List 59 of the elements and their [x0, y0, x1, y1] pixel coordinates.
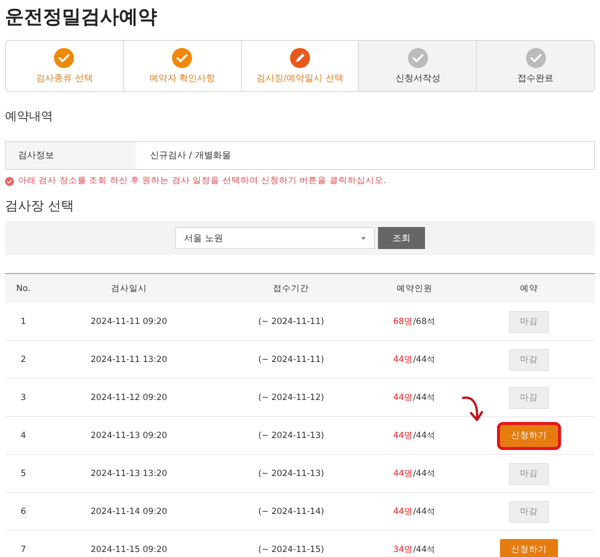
closed-button[interactable]: 마감	[508, 348, 549, 370]
column-header: 검사일시	[110, 284, 147, 294]
seat-count: 44명/44석	[393, 354, 436, 364]
check-icon	[172, 48, 192, 68]
seat-count: 44명/44석	[393, 468, 436, 478]
table-cell: (~ 2024-11-15)	[258, 544, 324, 554]
step-label: 검사종류 선택	[36, 72, 93, 84]
table-cell: 2	[20, 354, 26, 364]
step-label: 검사장/예약일시 선택	[256, 72, 344, 84]
table-cell: (~ 2024-11-13)	[258, 430, 324, 440]
table-cell: (~ 2024-11-11)	[258, 354, 324, 364]
info-label: 검사정보	[6, 142, 136, 169]
closed-button[interactable]: 마감	[508, 500, 549, 522]
search-button[interactable]: 조회	[378, 227, 425, 249]
column-header: 접수기간	[273, 284, 310, 294]
table-cell: 2024-11-14 09:20	[90, 506, 168, 516]
table-cell: 3	[20, 392, 26, 402]
notice-text: 아래 검사 장소를 조회 하신 후 원하는 검사 일정을 선택하여 신청하기 버튼을 클릭하십시오.	[18, 175, 386, 187]
check-icon	[408, 48, 428, 68]
section-heading: 예약내역	[5, 108, 54, 125]
column-header: No.	[16, 284, 30, 294]
table-cell: (~ 2024-11-12)	[258, 392, 324, 402]
table-cell: 2024-11-12 09:20	[90, 392, 168, 402]
seat-count: 34명/44석	[393, 544, 436, 554]
dropdown-caret-icon	[361, 236, 366, 240]
check-icon	[526, 48, 546, 68]
check-icon	[54, 48, 74, 68]
seat-count: 44명/44석	[393, 392, 436, 402]
step-label: 신청서작성	[395, 72, 440, 84]
section-heading: 검사장 선택	[5, 198, 76, 216]
seat-count: 68명/68석	[393, 316, 436, 326]
table-cell: 1	[20, 316, 26, 326]
table-cell: 5	[20, 468, 26, 478]
center-dropdown[interactable]: 서울 노원	[175, 227, 375, 249]
check-icon	[5, 176, 14, 186]
table-cell: 7	[20, 544, 26, 554]
apply-button[interactable]: 신청하기	[500, 538, 558, 557]
seat-count: 44명/44석	[393, 506, 436, 516]
table-cell: 2024-11-13 13:20	[90, 468, 168, 478]
step-label: 예약자 확인사항	[149, 72, 216, 84]
step-label: 접수완료	[518, 72, 554, 84]
table-cell: (~ 2024-11-11)	[258, 316, 324, 326]
column-header: 예약	[520, 284, 538, 294]
table-cell: (~ 2024-11-14)	[258, 506, 324, 516]
info-value: 신규검사 / 개별화물	[149, 150, 231, 163]
table-cell: (~ 2024-11-13)	[258, 468, 324, 478]
table-cell: 2024-11-11 09:20	[90, 316, 168, 326]
table-cell: 4	[20, 430, 26, 440]
pencil-icon	[290, 48, 310, 68]
closed-button[interactable]: 마감	[508, 386, 549, 408]
column-header: 예약인원	[396, 284, 432, 294]
table-cell: 2024-11-11 13:20	[90, 354, 168, 364]
table-cell: 6	[20, 506, 26, 516]
page-title: 운전정밀검사예약	[5, 5, 158, 30]
closed-button[interactable]: 마감	[508, 310, 549, 332]
seat-count: 44명/44석	[393, 430, 436, 440]
table-cell: 2024-11-15 09:20	[90, 544, 168, 554]
closed-button[interactable]: 마감	[508, 462, 549, 484]
table-cell: 2024-11-13 09:20	[90, 430, 168, 440]
